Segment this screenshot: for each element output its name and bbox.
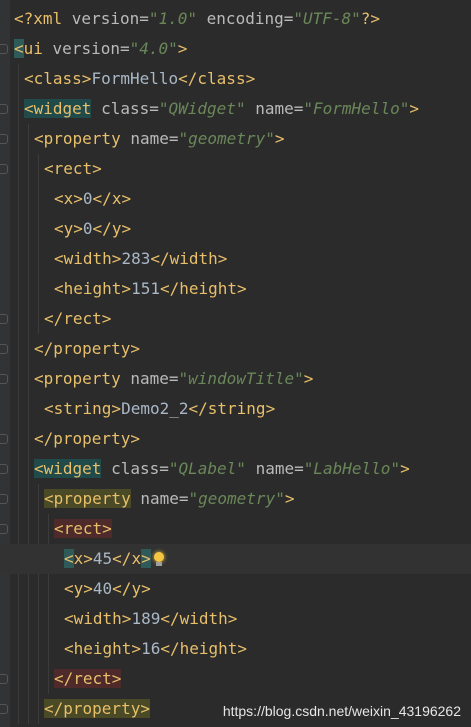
code-token: ?> — [360, 9, 381, 28]
code-line[interactable]: <width>189</width> — [0, 604, 471, 634]
code-token: FormHello — [91, 69, 179, 88]
code-token: 0 — [82, 189, 93, 208]
code-token: </y> — [112, 579, 151, 598]
code-token: 151 — [131, 279, 160, 298]
code-line[interactable]: </property> — [0, 334, 471, 364]
code-line[interactable]: <rect> — [0, 514, 471, 544]
code-token: </class> — [178, 69, 256, 88]
code-token: "windowTitle" — [178, 369, 304, 388]
code-line[interactable]: <property name="windowTitle"> — [0, 364, 471, 394]
code-token: > — [409, 99, 419, 118]
code-token: 16 — [141, 639, 161, 658]
code-token: ui — [23, 39, 53, 58]
code-token: > — [141, 549, 151, 568]
code-token: </x — [112, 549, 142, 568]
code-token: "LabHello" — [303, 459, 401, 478]
code-line[interactable]: <widget class="QLabel" name="LabHello"> — [0, 454, 471, 484]
code-line[interactable]: <ui version="4.0"> — [0, 34, 471, 64]
code-token: <width> — [54, 249, 122, 268]
code-token: < — [64, 549, 74, 568]
code-token: name= — [120, 129, 179, 148]
watermark-url: https://blog.csdn.net/weixin_43196262 — [222, 703, 461, 719]
code-token: > — [284, 489, 295, 508]
code-token: <class> — [24, 69, 92, 88]
code-token: <x> — [54, 189, 83, 208]
code-token: <height> — [64, 639, 142, 658]
code-token: version= — [71, 9, 149, 28]
code-token: "4.0" — [129, 39, 178, 58]
code-token: </rect> — [54, 669, 122, 688]
code-token: </width> — [160, 609, 238, 628]
code-token: 0 — [82, 219, 93, 238]
code-token: <property — [34, 369, 121, 388]
code-token: name= — [245, 459, 304, 478]
code-token: </height> — [159, 279, 247, 298]
code-token: </x> — [92, 189, 132, 208]
code-token: class= — [91, 99, 159, 118]
code-line[interactable]: </rect> — [0, 664, 471, 694]
lightbulb-icon[interactable] — [153, 552, 165, 566]
code-line[interactable]: <width>283</width> — [0, 244, 471, 274]
code-line[interactable]: <property name="geometry"> — [0, 484, 471, 514]
code-token: 45 — [92, 549, 113, 568]
code-token: version= — [52, 39, 130, 58]
code-line[interactable]: <y>0</y> — [0, 214, 471, 244]
code-token: > — [274, 129, 285, 148]
code-token: 189 — [131, 609, 161, 628]
code-token: > — [303, 369, 314, 388]
code-line[interactable]: <y>40</y> — [0, 574, 471, 604]
code-token: name= — [130, 489, 189, 508]
code-token: <property — [34, 129, 121, 148]
code-line[interactable]: <height>151</height> — [0, 274, 471, 304]
code-line[interactable]: </property> — [0, 424, 471, 454]
code-token: > — [400, 459, 410, 478]
code-token: "geometry" — [178, 129, 275, 148]
code-token: </property> — [34, 429, 140, 448]
code-token: <?xml — [14, 9, 72, 28]
code-token: "QWidget" — [158, 99, 246, 118]
code-token: </property> — [44, 699, 150, 718]
code-token: </width> — [150, 249, 228, 268]
code-token: </y> — [92, 219, 132, 238]
code-line[interactable]: <x>0</x> — [0, 184, 471, 214]
code-token: "FormHello" — [303, 99, 410, 118]
code-token: > — [177, 39, 188, 58]
code-line[interactable]: <widget class="QWidget" name="FormHello"… — [0, 94, 471, 124]
code-token: </rect> — [44, 309, 112, 328]
code-token: </height> — [160, 639, 248, 658]
code-line[interactable]: <rect> — [0, 154, 471, 184]
code-token: "QLabel" — [168, 459, 246, 478]
code-token: <height> — [54, 279, 132, 298]
code-token: <y> — [64, 579, 93, 598]
code-token: <widget — [24, 99, 92, 118]
code-token: </string> — [188, 399, 276, 418]
code-token: encoding= — [197, 9, 294, 28]
code-token: < — [14, 39, 24, 58]
code-token: <property — [44, 489, 131, 508]
code-token: name= — [245, 99, 304, 118]
code-token: <y> — [54, 219, 83, 238]
code-line[interactable]: <x>45</x> — [0, 544, 471, 574]
code-line[interactable]: <property name="geometry"> — [0, 124, 471, 154]
code-line[interactable]: <?xml version="1.0" encoding="UTF-8"?> — [0, 4, 471, 34]
code-token: 40 — [92, 579, 113, 598]
code-token: "1.0" — [148, 9, 198, 28]
code-token: <width> — [64, 609, 132, 628]
code-line[interactable]: <class>FormHello</class> — [0, 64, 471, 94]
code-token: <string> — [44, 399, 122, 418]
code-token: <rect> — [54, 519, 112, 538]
code-line[interactable]: <string>Demo2_2</string> — [0, 394, 471, 424]
code-token: <widget — [34, 459, 102, 478]
code-token: </property> — [34, 339, 140, 358]
code-token: name= — [120, 369, 179, 388]
code-line[interactable]: <height>16</height> — [0, 634, 471, 664]
code-line[interactable]: </rect> — [0, 304, 471, 334]
code-token: Demo2_2 — [121, 399, 189, 418]
code-token: class= — [101, 459, 169, 478]
code-token: <rect> — [44, 159, 102, 178]
code-token: "UTF-8" — [293, 9, 361, 28]
code-token: "geometry" — [188, 489, 285, 508]
code-token: 283 — [121, 249, 151, 268]
code-token: x> — [73, 549, 93, 568]
